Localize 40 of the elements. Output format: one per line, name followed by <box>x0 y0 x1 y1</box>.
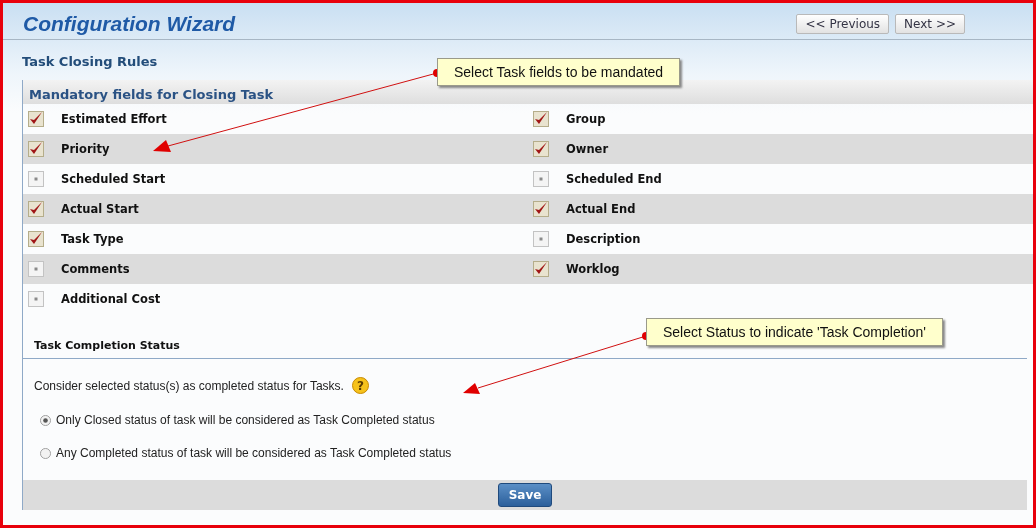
radio-button[interactable] <box>40 447 51 459</box>
field-label: Group <box>566 112 606 126</box>
save-button[interactable]: Save <box>497 483 553 507</box>
checkbox[interactable] <box>28 141 44 157</box>
checkbox[interactable] <box>533 231 549 247</box>
field-label: Owner <box>566 142 609 156</box>
checkbox[interactable] <box>28 171 44 187</box>
field-label: Scheduled Start <box>61 172 166 186</box>
field-label: Actual Start <box>61 202 139 216</box>
field-label: Estimated Effort <box>61 112 167 126</box>
section-heading: Mandatory fields for Closing Task <box>23 80 1033 104</box>
field-label: Scheduled End <box>566 172 662 186</box>
checkbox[interactable] <box>28 291 44 307</box>
wizard-title: Configuration Wizard <box>23 12 236 36</box>
nav-button[interactable]: Next >> <box>895 14 965 34</box>
checkbox[interactable] <box>533 261 549 277</box>
callout-note: Select Status to indicate 'Task Completion' <box>646 318 943 346</box>
help-icon[interactable]: ? <box>351 377 369 394</box>
option-label: Any Completed status of task will be considered as Task Completed status <box>56 446 452 460</box>
instruction-text: Consider selected status(s) as completed status for Tasks. <box>34 378 344 393</box>
page-title: Task Closing Rules <box>22 54 158 69</box>
checkbox[interactable] <box>533 201 549 217</box>
checkbox[interactable] <box>533 171 549 187</box>
field-label: Description <box>566 232 641 246</box>
field-label: Actual End <box>566 202 636 216</box>
field-label: Priority <box>61 142 110 156</box>
checkbox[interactable] <box>28 231 44 247</box>
field-label: Comments <box>61 262 130 276</box>
checkbox[interactable] <box>28 201 44 217</box>
checkbox[interactable] <box>28 261 44 277</box>
checkbox[interactable] <box>28 111 44 127</box>
nav-button[interactable]: << Previous <box>796 14 890 34</box>
field-label: Additional Cost <box>61 292 161 306</box>
checkbox[interactable] <box>533 141 549 157</box>
checkbox[interactable] <box>533 111 549 127</box>
field-label: Worklog <box>566 262 620 276</box>
option-label: Only Closed status of task will be considered as Task Completed status <box>56 413 435 427</box>
callout-note: Select Task fields to be mandated <box>437 58 681 86</box>
radio-button[interactable] <box>40 414 51 426</box>
field-label: Task Type <box>61 232 124 246</box>
